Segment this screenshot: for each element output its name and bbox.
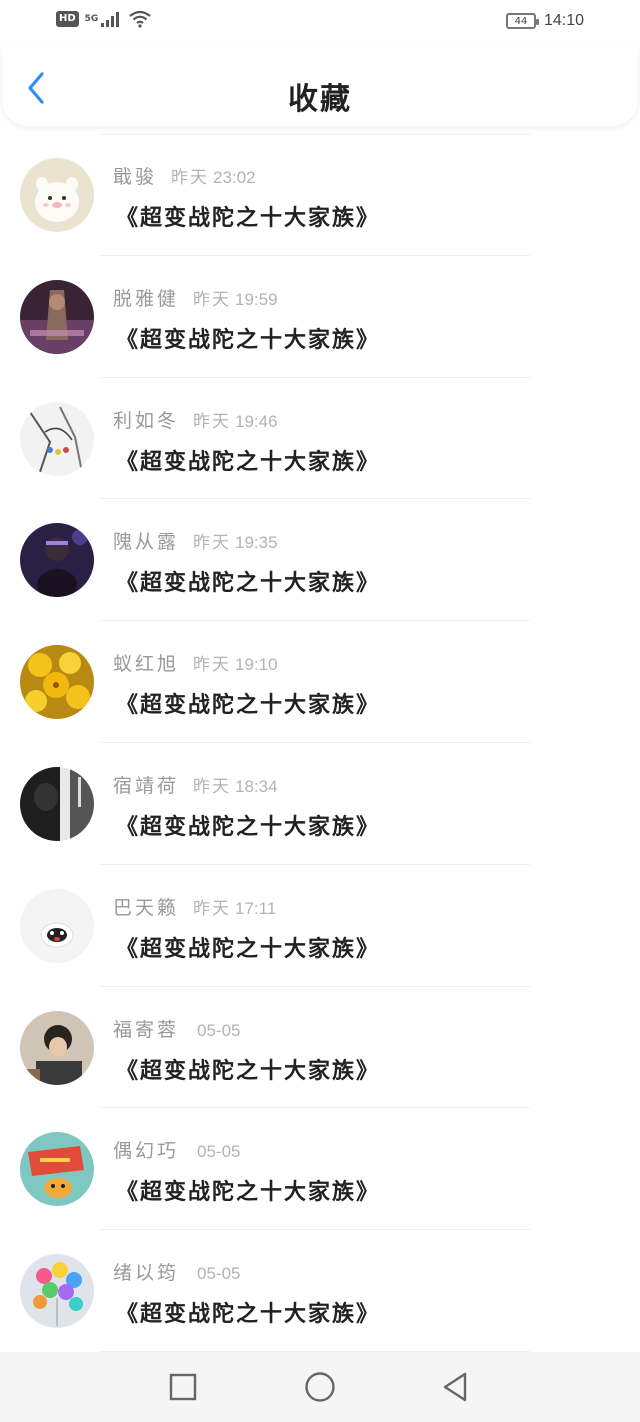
signal-icon — [101, 12, 120, 27]
user-name: 脱雅健 — [113, 287, 180, 310]
user-name: 偶幻巧 — [113, 1140, 180, 1163]
item-meta: 偶幻巧 05-05 — [113, 1136, 241, 1163]
avatar[interactable] — [20, 766, 94, 841]
list-item[interactable]: 巴天籁 昨天 17:11 《超变战陀之十大家族》 — [0, 865, 640, 987]
timestamp: 昨天 19:46 — [193, 411, 278, 432]
book-title[interactable]: 《超变战陀之十大家族》 — [116, 565, 380, 597]
book-title[interactable]: 《超变战陀之十大家族》 — [116, 200, 380, 232]
list-item[interactable]: 绪以筠 05-05 《超变战陀之十大家族》 — [0, 1230, 640, 1352]
avatar[interactable] — [20, 1132, 94, 1207]
item-meta: 隗从露 昨天 19:35 — [113, 527, 278, 554]
list-item[interactable]: 蚁红旭 昨天 19:10 《超变战陀之十大家族》 — [0, 621, 640, 743]
status-time: 14:10 — [543, 12, 584, 29]
book-title[interactable]: 《超变战陀之十大家族》 — [116, 809, 380, 841]
square-icon — [169, 1373, 197, 1401]
user-name: 隗从露 — [113, 531, 180, 554]
list-item[interactable]: 隗从露 昨天 19:35 《超变战陀之十大家族》 — [0, 499, 640, 622]
status-bar: HD 5G 44 14:10 — [0, 0, 640, 46]
status-right: 44 14:10 — [505, 12, 584, 30]
user-name: 福寄蓉 — [113, 1018, 180, 1041]
system-nav-bar — [0, 1352, 640, 1422]
status-left: HD 5G — [56, 10, 152, 28]
user-name: 利如冬 — [113, 409, 180, 432]
item-meta: 蚁红旭 昨天 19:10 — [113, 649, 278, 676]
user-name: 巴天籁 — [113, 896, 180, 919]
item-meta: 利如冬 昨天 19:46 — [113, 406, 278, 433]
network-label: 5G — [84, 13, 99, 24]
battery-icon: 44 — [505, 13, 539, 29]
item-meta: 绪以筠 05-05 — [113, 1258, 241, 1285]
book-title[interactable]: 《超变战陀之十大家族》 — [116, 1174, 380, 1206]
avatar[interactable] — [20, 279, 94, 354]
timestamp: 昨天 18:34 — [193, 776, 278, 797]
user-name: 宿靖荷 — [113, 774, 180, 797]
user-name: 戢骏 — [113, 166, 158, 188]
avatar[interactable] — [20, 888, 94, 963]
timestamp: 昨天 17:11 — [193, 898, 277, 919]
timestamp: 05-05 — [197, 1264, 241, 1284]
favorites-list: 戢骏 昨天 23:02 《超变战陀之十大家族》 脱雅健 昨天 19:59 《超变战陀… — [0, 134, 640, 1352]
book-title[interactable]: 《超变战陀之十大家族》 — [116, 687, 380, 719]
list-item[interactable]: 利如冬 昨天 19:46 《超变战陀之十大家族》 — [0, 378, 640, 500]
item-meta: 脱雅健 昨天 19:59 — [113, 284, 278, 311]
recent-apps-button[interactable] — [163, 1367, 203, 1407]
timestamp: 昨天 23:02 — [171, 168, 256, 188]
timestamp: 昨天 19:10 — [193, 655, 278, 676]
triangle-back-icon — [443, 1372, 467, 1402]
avatar[interactable] — [20, 523, 94, 598]
avatar[interactable] — [20, 1254, 94, 1329]
timestamp: 05-05 — [197, 1020, 241, 1040]
home-button[interactable] — [300, 1367, 340, 1407]
item-meta: 宿靖荷 昨天 18:34 — [113, 771, 278, 798]
avatar[interactable] — [20, 401, 94, 476]
item-meta: 戢骏 昨天 23:02 — [113, 162, 256, 189]
timestamp: 05-05 — [197, 1142, 241, 1162]
book-title[interactable]: 《超变战陀之十大家族》 — [116, 444, 380, 476]
book-title[interactable]: 《超变战陀之十大家族》 — [116, 931, 380, 963]
item-meta: 巴天籁 昨天 17:11 — [113, 893, 276, 920]
book-title[interactable]: 《超变战陀之十大家族》 — [116, 322, 380, 354]
back-nav-button[interactable] — [435, 1367, 475, 1407]
page-title: 收藏 — [288, 82, 352, 117]
hd-badge: HD — [56, 11, 79, 27]
avatar[interactable] — [20, 158, 94, 232]
timestamp: 昨天 19:59 — [193, 289, 278, 310]
user-name: 蚁红旭 — [113, 653, 180, 676]
book-title[interactable]: 《超变战陀之十大家族》 — [116, 1296, 380, 1328]
list-item[interactable]: 福寄蓉 05-05 《超变战陀之十大家族》 — [0, 987, 640, 1109]
avatar[interactable] — [20, 645, 94, 720]
avatar[interactable] — [20, 1010, 94, 1085]
item-meta: 福寄蓉 05-05 — [113, 1015, 241, 1042]
user-name: 绪以筠 — [113, 1262, 180, 1285]
wifi-icon — [129, 10, 152, 28]
list-item[interactable]: 脱雅健 昨天 19:59 《超变战陀之十大家族》 — [0, 256, 640, 378]
battery-level: 44 — [514, 15, 528, 27]
circle-icon — [305, 1372, 335, 1402]
list-item[interactable]: 宿靖荷 昨天 18:34 《超变战陀之十大家族》 — [0, 743, 640, 865]
book-title[interactable]: 《超变战陀之十大家族》 — [116, 1053, 380, 1085]
header: 收藏 — [2, 46, 638, 126]
timestamp: 昨天 19:35 — [193, 533, 278, 554]
list-item[interactable]: 戢骏 昨天 23:02 《超变战陀之十大家族》 — [0, 134, 640, 256]
list-item[interactable]: 偶幻巧 05-05 《超变战陀之十大家族》 — [0, 1108, 640, 1231]
